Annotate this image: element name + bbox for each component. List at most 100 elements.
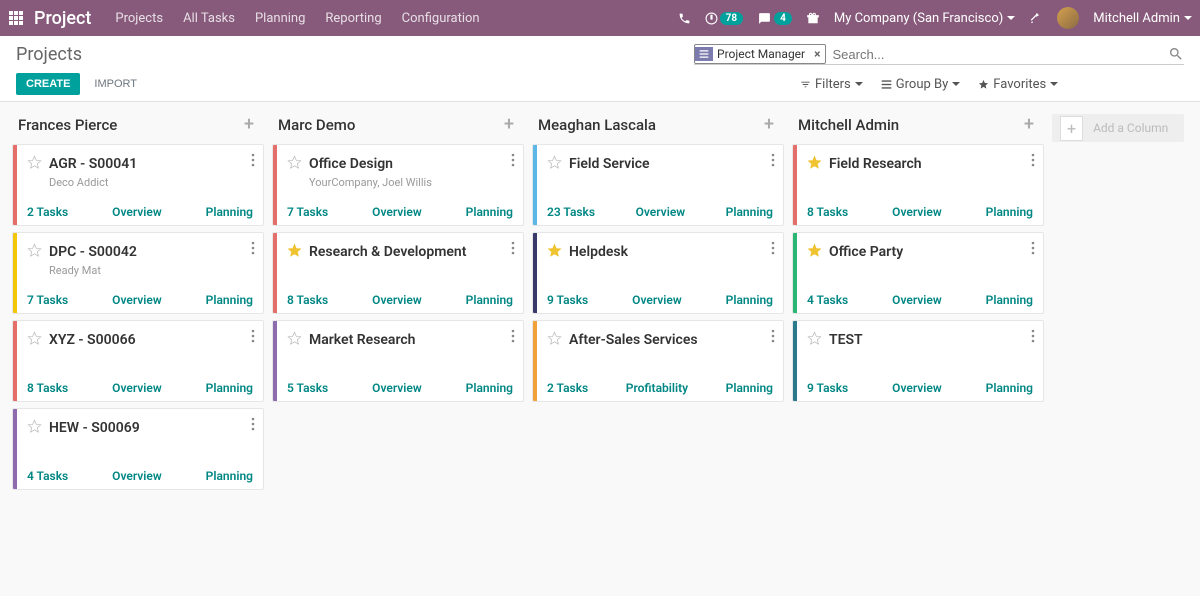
card-menu-icon[interactable] bbox=[771, 329, 775, 347]
project-card[interactable]: Field Research8 TasksOverviewPlanning bbox=[792, 144, 1044, 226]
card-menu-icon[interactable] bbox=[511, 329, 515, 347]
card-menu-icon[interactable] bbox=[251, 153, 255, 171]
company-selector[interactable]: My Company (San Francisco) bbox=[834, 11, 1015, 26]
search-input[interactable] bbox=[826, 45, 1184, 64]
card-link-overview[interactable]: Overview bbox=[372, 381, 422, 395]
card-menu-icon[interactable] bbox=[1031, 329, 1035, 347]
project-card[interactable]: Research & Development8 TasksOverviewPla… bbox=[272, 232, 524, 314]
project-card[interactable]: Office Party4 TasksOverviewPlanning bbox=[792, 232, 1044, 314]
star-icon[interactable] bbox=[27, 155, 43, 174]
facet-remove[interactable]: × bbox=[809, 47, 825, 61]
project-card[interactable]: After-Sales Services2 TasksProfitability… bbox=[532, 320, 784, 402]
gift-icon[interactable] bbox=[806, 11, 820, 25]
card-link-profitability[interactable]: Profitability bbox=[626, 381, 688, 395]
star-icon[interactable] bbox=[27, 331, 43, 350]
card-menu-icon[interactable] bbox=[251, 241, 255, 259]
card-menu-icon[interactable] bbox=[771, 241, 775, 259]
card-tasks-link[interactable]: 7 Tasks bbox=[27, 293, 68, 307]
nav-reporting[interactable]: Reporting bbox=[317, 7, 389, 30]
filters-dropdown[interactable]: Filters bbox=[800, 77, 863, 92]
card-link-overview[interactable]: Overview bbox=[112, 205, 162, 219]
card-menu-icon[interactable] bbox=[771, 153, 775, 171]
create-button[interactable]: CREATE bbox=[16, 73, 80, 95]
card-link-planning[interactable]: Planning bbox=[206, 205, 253, 219]
card-menu-icon[interactable] bbox=[511, 153, 515, 171]
user-avatar[interactable] bbox=[1057, 7, 1079, 29]
add-column[interactable]: +Add a Column bbox=[1048, 110, 1188, 146]
card-link-planning[interactable]: Planning bbox=[726, 293, 773, 307]
project-card[interactable]: AGR - S00041Deco Addict2 TasksOverviewPl… bbox=[12, 144, 264, 226]
card-link-planning[interactable]: Planning bbox=[986, 293, 1033, 307]
card-menu-icon[interactable] bbox=[251, 329, 255, 347]
favorites-dropdown[interactable]: Favorites bbox=[978, 77, 1058, 92]
card-tasks-link[interactable]: 8 Tasks bbox=[287, 293, 328, 307]
project-card[interactable]: TEST9 TasksOverviewPlanning bbox=[792, 320, 1044, 402]
card-link-planning[interactable]: Planning bbox=[466, 293, 513, 307]
nav-projects[interactable]: Projects bbox=[107, 7, 171, 30]
card-tasks-link[interactable]: 23 Tasks bbox=[547, 205, 595, 219]
card-link-planning[interactable]: Planning bbox=[206, 469, 253, 483]
card-tasks-link[interactable]: 7 Tasks bbox=[287, 205, 328, 219]
project-card[interactable]: HEW - S000694 TasksOverviewPlanning bbox=[12, 408, 264, 490]
column-add-button[interactable]: + bbox=[760, 116, 778, 134]
card-tasks-link[interactable]: 8 Tasks bbox=[807, 205, 848, 219]
card-menu-icon[interactable] bbox=[1031, 153, 1035, 171]
star-icon[interactable] bbox=[547, 243, 563, 262]
card-link-overview[interactable]: Overview bbox=[112, 293, 162, 307]
star-icon[interactable] bbox=[287, 243, 303, 262]
column-add-button[interactable]: + bbox=[500, 116, 518, 134]
column-header[interactable]: Marc Demo+ bbox=[272, 110, 524, 144]
card-tasks-link[interactable]: 8 Tasks bbox=[27, 381, 68, 395]
star-icon[interactable] bbox=[547, 155, 563, 174]
card-link-overview[interactable]: Overview bbox=[632, 293, 682, 307]
column-add-button[interactable]: + bbox=[240, 116, 258, 134]
brand-title[interactable]: Project bbox=[34, 8, 91, 29]
card-link-planning[interactable]: Planning bbox=[206, 293, 253, 307]
column-header[interactable]: Meaghan Lascala+ bbox=[532, 110, 784, 144]
star-icon[interactable] bbox=[547, 331, 563, 350]
card-menu-icon[interactable] bbox=[511, 241, 515, 259]
nav-all-tasks[interactable]: All Tasks bbox=[175, 7, 243, 30]
card-link-overview[interactable]: Overview bbox=[636, 205, 686, 219]
column-header[interactable]: Frances Pierce+ bbox=[12, 110, 264, 144]
column-header[interactable]: Mitchell Admin+ bbox=[792, 110, 1044, 144]
activity-icon[interactable]: 78 bbox=[705, 12, 743, 25]
card-link-overview[interactable]: Overview bbox=[892, 293, 942, 307]
tools-icon[interactable] bbox=[1029, 11, 1043, 25]
messages-icon[interactable]: 4 bbox=[757, 12, 792, 25]
star-icon[interactable] bbox=[27, 419, 43, 438]
card-link-overview[interactable]: Overview bbox=[372, 293, 422, 307]
card-link-overview[interactable]: Overview bbox=[112, 381, 162, 395]
star-icon[interactable] bbox=[807, 155, 823, 174]
card-link-planning[interactable]: Planning bbox=[986, 205, 1033, 219]
search-icon[interactable] bbox=[1168, 46, 1184, 62]
star-icon[interactable] bbox=[807, 243, 823, 262]
project-card[interactable]: DPC - S00042Ready Mat7 TasksOverviewPlan… bbox=[12, 232, 264, 314]
card-link-overview[interactable]: Overview bbox=[892, 381, 942, 395]
card-tasks-link[interactable]: 9 Tasks bbox=[547, 293, 588, 307]
card-menu-icon[interactable] bbox=[1031, 241, 1035, 259]
column-add-button[interactable]: + bbox=[1020, 116, 1038, 134]
card-link-planning[interactable]: Planning bbox=[726, 205, 773, 219]
card-menu-icon[interactable] bbox=[251, 417, 255, 435]
project-card[interactable]: Market Research5 TasksOverviewPlanning bbox=[272, 320, 524, 402]
card-tasks-link[interactable]: 4 Tasks bbox=[27, 469, 68, 483]
card-tasks-link[interactable]: 9 Tasks bbox=[807, 381, 848, 395]
project-card[interactable]: XYZ - S000668 TasksOverviewPlanning bbox=[12, 320, 264, 402]
card-link-overview[interactable]: Overview bbox=[372, 205, 422, 219]
card-link-overview[interactable]: Overview bbox=[112, 469, 162, 483]
phone-icon[interactable] bbox=[678, 12, 691, 25]
group-by-dropdown[interactable]: Group By bbox=[881, 77, 961, 92]
apps-icon[interactable] bbox=[8, 10, 24, 26]
card-link-planning[interactable]: Planning bbox=[986, 381, 1033, 395]
nav-planning[interactable]: Planning bbox=[247, 7, 313, 30]
star-icon[interactable] bbox=[27, 243, 43, 262]
project-card[interactable]: Office DesignYourCompany, Joel Willis7 T… bbox=[272, 144, 524, 226]
card-tasks-link[interactable]: 4 Tasks bbox=[807, 293, 848, 307]
project-card[interactable]: Field Service23 TasksOverviewPlanning bbox=[532, 144, 784, 226]
card-link-overview[interactable]: Overview bbox=[892, 205, 942, 219]
star-icon[interactable] bbox=[287, 155, 303, 174]
card-tasks-link[interactable]: 2 Tasks bbox=[27, 205, 68, 219]
project-card[interactable]: Helpdesk9 TasksOverviewPlanning bbox=[532, 232, 784, 314]
user-menu[interactable]: Mitchell Admin bbox=[1093, 11, 1192, 26]
